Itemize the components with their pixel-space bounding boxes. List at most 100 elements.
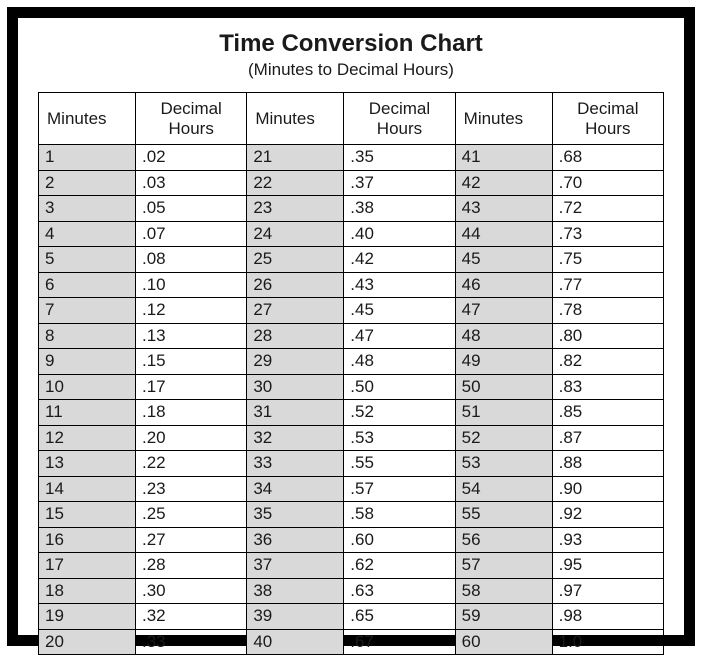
cell-decimal: .92 — [552, 502, 663, 528]
table-row: 3.0523.3843.72 — [39, 196, 664, 222]
cell-decimal: .73 — [552, 221, 663, 247]
cell-minutes: 8 — [39, 323, 136, 349]
cell-decimal: .82 — [552, 349, 663, 375]
cell-minutes: 59 — [455, 604, 552, 630]
table-row: 2.0322.3742.70 — [39, 170, 664, 196]
cell-minutes: 34 — [247, 476, 344, 502]
table-row: 17.2837.6257.95 — [39, 553, 664, 579]
cell-decimal: .60 — [344, 527, 455, 553]
cell-decimal: .55 — [344, 451, 455, 477]
cell-minutes: 58 — [455, 578, 552, 604]
cell-minutes: 39 — [247, 604, 344, 630]
cell-decimal: .20 — [135, 425, 246, 451]
cell-minutes: 20 — [39, 629, 136, 655]
cell-decimal: .87 — [552, 425, 663, 451]
cell-decimal: .27 — [135, 527, 246, 553]
chart-subtitle: (Minutes to Decimal Hours) — [38, 60, 664, 80]
chart-title: Time Conversion Chart — [38, 30, 664, 58]
table-row: 4.0724.4044.73 — [39, 221, 664, 247]
cell-minutes: 37 — [247, 553, 344, 579]
table-row: 19.3239.6559.98 — [39, 604, 664, 630]
cell-decimal: .58 — [344, 502, 455, 528]
cell-minutes: 2 — [39, 170, 136, 196]
cell-minutes: 17 — [39, 553, 136, 579]
cell-minutes: 25 — [247, 247, 344, 273]
cell-minutes: 9 — [39, 349, 136, 375]
cell-minutes: 57 — [455, 553, 552, 579]
cell-minutes: 4 — [39, 221, 136, 247]
cell-minutes: 5 — [39, 247, 136, 273]
cell-decimal: .85 — [552, 400, 663, 426]
cell-decimal: .63 — [344, 578, 455, 604]
cell-minutes: 48 — [455, 323, 552, 349]
cell-decimal: .72 — [552, 196, 663, 222]
cell-minutes: 31 — [247, 400, 344, 426]
cell-minutes: 6 — [39, 272, 136, 298]
cell-decimal: .50 — [344, 374, 455, 400]
cell-decimal: .05 — [135, 196, 246, 222]
cell-decimal: .53 — [344, 425, 455, 451]
table-body: 1.0221.3541.682.0322.3742.703.0523.3843.… — [39, 145, 664, 655]
cell-decimal: .68 — [552, 145, 663, 171]
cell-decimal: .28 — [135, 553, 246, 579]
cell-minutes: 7 — [39, 298, 136, 324]
table-row: 8.1328.4748.80 — [39, 323, 664, 349]
cell-minutes: 36 — [247, 527, 344, 553]
cell-decimal: .75 — [552, 247, 663, 273]
cell-minutes: 26 — [247, 272, 344, 298]
cell-decimal: .88 — [552, 451, 663, 477]
cell-minutes: 1 — [39, 145, 136, 171]
cell-decimal: .98 — [552, 604, 663, 630]
cell-minutes: 22 — [247, 170, 344, 196]
cell-minutes: 53 — [455, 451, 552, 477]
table-row: 11.1831.5251.85 — [39, 400, 664, 426]
cell-minutes: 11 — [39, 400, 136, 426]
cell-decimal: .02 — [135, 145, 246, 171]
cell-decimal: .12 — [135, 298, 246, 324]
cell-decimal: .67 — [344, 629, 455, 655]
cell-minutes: 13 — [39, 451, 136, 477]
table-row: 13.2233.5553.88 — [39, 451, 664, 477]
cell-minutes: 35 — [247, 502, 344, 528]
cell-minutes: 10 — [39, 374, 136, 400]
cell-decimal: .35 — [344, 145, 455, 171]
cell-decimal: .07 — [135, 221, 246, 247]
table-row: 15.2535.5855.92 — [39, 502, 664, 528]
cell-minutes: 52 — [455, 425, 552, 451]
cell-minutes: 38 — [247, 578, 344, 604]
chart-frame: Time Conversion Chart (Minutes to Decima… — [7, 7, 695, 646]
cell-decimal: .37 — [344, 170, 455, 196]
table-row: 20.3340.67601.0 — [39, 629, 664, 655]
cell-minutes: 32 — [247, 425, 344, 451]
cell-decimal: .33 — [135, 629, 246, 655]
cell-minutes: 51 — [455, 400, 552, 426]
cell-minutes: 44 — [455, 221, 552, 247]
cell-decimal: .13 — [135, 323, 246, 349]
cell-minutes: 18 — [39, 578, 136, 604]
cell-minutes: 23 — [247, 196, 344, 222]
table-row: 16.2736.6056.93 — [39, 527, 664, 553]
cell-decimal: .95 — [552, 553, 663, 579]
cell-minutes: 49 — [455, 349, 552, 375]
cell-minutes: 56 — [455, 527, 552, 553]
cell-minutes: 54 — [455, 476, 552, 502]
col-minutes-1: Minutes — [39, 93, 136, 145]
cell-decimal: .45 — [344, 298, 455, 324]
cell-minutes: 28 — [247, 323, 344, 349]
cell-decimal: .40 — [344, 221, 455, 247]
cell-decimal: .78 — [552, 298, 663, 324]
cell-decimal: .18 — [135, 400, 246, 426]
table-row: 5.0825.4245.75 — [39, 247, 664, 273]
cell-decimal: .22 — [135, 451, 246, 477]
conversion-table: Minutes DecimalHours Minutes DecimalHour… — [38, 92, 664, 655]
table-row: 1.0221.3541.68 — [39, 145, 664, 171]
cell-minutes: 12 — [39, 425, 136, 451]
cell-decimal: .10 — [135, 272, 246, 298]
cell-minutes: 30 — [247, 374, 344, 400]
table-row: 6.1026.4346.77 — [39, 272, 664, 298]
cell-minutes: 45 — [455, 247, 552, 273]
cell-decimal: .83 — [552, 374, 663, 400]
cell-decimal: .52 — [344, 400, 455, 426]
cell-decimal: .03 — [135, 170, 246, 196]
cell-minutes: 50 — [455, 374, 552, 400]
